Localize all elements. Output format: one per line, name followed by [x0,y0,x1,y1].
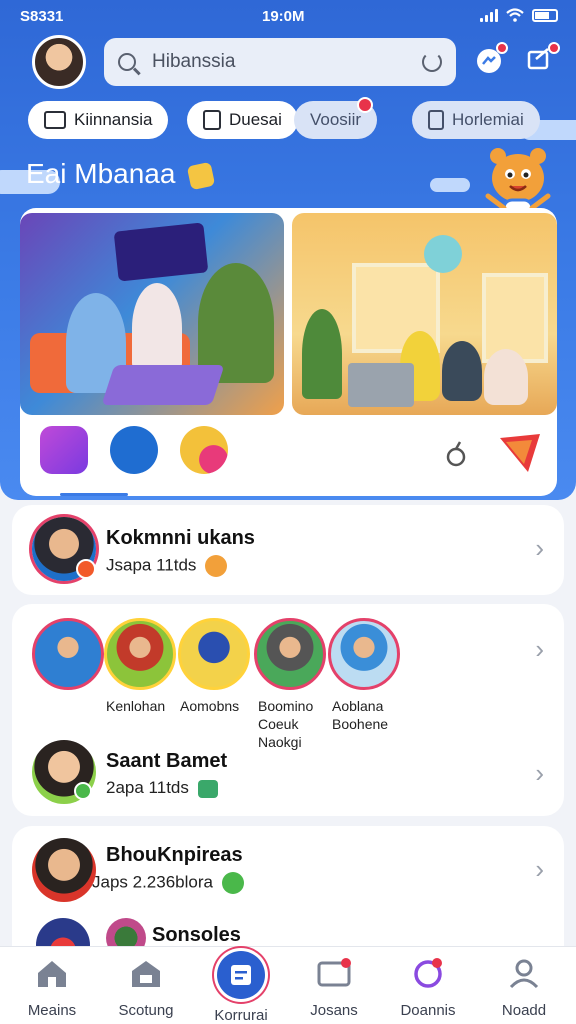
bottom-tab-bar: Meains Scotung Korrurai Josans Doannis N… [0,946,576,1024]
online-status-dot [74,782,92,800]
emoji-icon [221,872,244,894]
tab-josans[interactable]: Josans [294,957,374,1019]
chip-badge [357,97,374,113]
play-icon[interactable] [498,432,542,474]
tab-label: Meains [27,1002,77,1019]
signal-icon [480,8,498,22]
chevron-right-icon: › [535,533,544,563]
chevron-right-icon: › [535,854,544,884]
story-avatar[interactable] [32,618,104,690]
chevron-right-icon[interactable]: › [535,758,544,789]
emoji-icon [205,555,228,577]
chip-horlemiai[interactable]: Horlemiai [412,101,540,139]
poster-decoration [113,222,209,282]
tab-label: Scotung [118,1002,174,1019]
search-icon [118,53,136,71]
search-input[interactable]: Hibanssia [152,51,422,73]
tab-label: Doannis [400,1002,456,1019]
chip-duesai[interactable]: Duesai [187,101,298,139]
sticker-icon [186,161,216,190]
cloud-decoration [430,178,470,192]
chevron-right-icon: › [535,634,544,664]
tab-doannis[interactable]: Doannis [388,957,468,1019]
chip-kiinnansia[interactable]: Kiinnansia [28,101,169,139]
document-icon [428,110,444,130]
app-shortcut-icon[interactable] [110,426,158,474]
featured-image-game-room[interactable] [20,213,284,415]
app-shortcut-icon[interactable] [180,426,228,474]
notification-dot [548,42,560,54]
tab-noadd[interactable]: Noadd [484,957,564,1019]
pin-icon[interactable] [442,440,470,468]
conversation-name: BhouKnpireas [106,844,243,866]
conversation-subtitle: 2apa 11tds [106,778,189,797]
plant-decoration [302,309,342,399]
carousel-indicator [60,493,128,496]
search-bar[interactable]: Hibanssia [104,38,456,86]
stories-card: › Kenlohan Aomobns Boomino Coeuk Naokgi … [12,604,564,816]
notifications-icon [414,958,442,988]
calendar-icon [217,951,265,999]
story-avatar[interactable] [104,618,176,690]
notification-dot [496,42,508,54]
store-icon [132,961,160,987]
tab-meains[interactable]: Meains [12,957,92,1019]
conversation-name: Sonsoles [152,924,241,946]
tab-scotung[interactable]: Scotung [106,957,186,1019]
conversation-name: Saant Bamet [106,750,228,772]
tab-label: Josans [310,1002,358,1019]
story-label: Aoblana Boohene [332,698,389,732]
conversation-subtitle: Japs 2.236blora [92,872,213,892]
tab-label: Korrurai [214,1007,268,1024]
avatar[interactable] [32,838,96,902]
laptop-decoration [348,363,414,407]
status-carrier: S8331 [20,8,64,25]
chip-label: Duesai [229,110,282,129]
gallery-icon [317,958,351,987]
story-label: Boomino Coeuk Naokgi [258,698,314,750]
profile-icon [509,959,539,989]
person-illustration [132,283,182,373]
conversation-card[interactable]: Kokmnni ukans Jsapa 11tds › [12,505,564,595]
profile-avatar[interactable] [32,35,86,89]
book-emoji-icon [197,779,218,798]
story-label: Kenlohan [106,698,166,714]
person-illustration [484,349,528,405]
chip-label: Horlemiai [452,110,524,129]
share-button[interactable] [524,42,560,78]
chip-label: Voosiir [310,110,362,129]
featured-image-video-call[interactable] [292,213,557,415]
status-badge [76,559,96,579]
tv-icon [44,111,66,129]
notebook-icon [203,110,221,130]
chip-voosiir[interactable]: Voosiir [294,97,378,139]
wifi-icon [506,8,524,22]
status-time: 19:0M [262,8,305,25]
section-title: Eai Mbanaa [26,158,216,190]
status-bar: S8331 19:0M [0,0,576,32]
app-shortcut-row [20,422,557,482]
window-decoration [482,273,548,363]
conversation-name: Kokmnni ukans [106,527,255,549]
home-icon [38,961,66,987]
messenger-button[interactable] [472,42,508,78]
tab-label: Noadd [501,1002,547,1019]
tab-korrurai[interactable]: Korrurai [201,951,281,1024]
story-label: Aomobns [180,698,240,714]
person-illustration [442,341,482,401]
conversation-card[interactable]: BhouKnpireas Japs 2.236blora › Sonsoles [12,826,564,972]
board-game-decoration [101,365,225,405]
story-avatar[interactable] [178,618,250,690]
refresh-icon[interactable] [422,52,442,72]
battery-icon [532,8,558,22]
story-avatar[interactable] [328,618,400,690]
app-shortcut-icon[interactable] [40,426,88,474]
conversation-subtitle: Jsapa 11tds [106,555,197,575]
lantern-decoration [424,235,462,273]
featured-card[interactable] [20,208,557,496]
chip-label: Kiinnansia [74,110,153,129]
story-avatar[interactable] [254,618,326,690]
